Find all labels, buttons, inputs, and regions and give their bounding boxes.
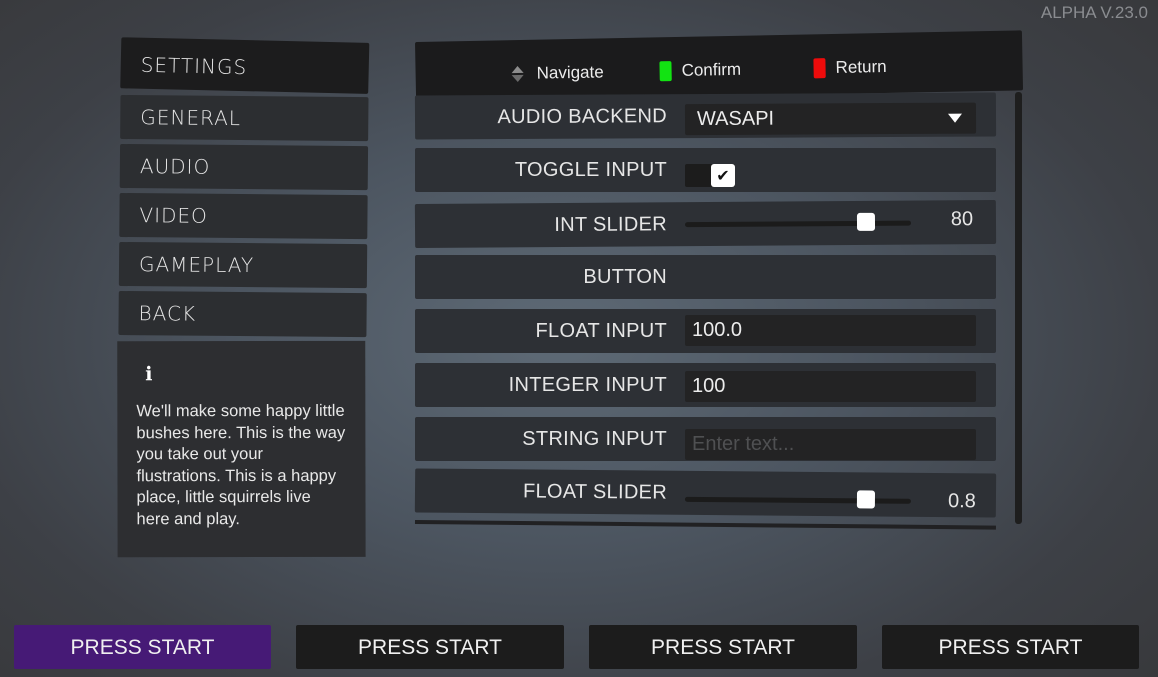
info-panel: i We'll make some happy little bushes he…: [117, 340, 366, 558]
player-2-press-start[interactable]: PRESS START: [296, 625, 564, 669]
audio-backend-dropdown[interactable]: WASAPI: [684, 102, 977, 136]
float-input-field[interactable]: 100.0: [685, 315, 976, 347]
toggle-input-switch[interactable]: ✔: [685, 163, 735, 187]
dpad-updown-icon: [508, 65, 526, 83]
sidebar-item-gameplay[interactable]: GAMEPLAY: [118, 241, 368, 289]
sidebar-item-general[interactable]: GENERAL: [120, 94, 369, 142]
hint-confirm: Confirm: [659, 60, 741, 82]
player-1-press-start[interactable]: PRESS START: [14, 625, 271, 669]
setting-string-input: STRING INPUT Enter text...: [415, 416, 996, 461]
setting-button[interactable]: BUTTON: [415, 255, 996, 300]
int-slider-handle[interactable]: [856, 212, 875, 231]
setting-int-slider: INT SLIDER 80: [414, 199, 997, 248]
setting-audio-backend: AUDIO BACKEND WASAPI: [414, 92, 997, 140]
setting-label: TOGGLE INPUT: [514, 158, 667, 181]
dropdown-value: WASAPI: [696, 107, 775, 131]
setting-toggle-input: TOGGLE INPUT ✔: [415, 147, 996, 192]
settings-list: AUDIO BACKEND WASAPI TOGGLE INPUT ✔ INT …: [414, 92, 997, 530]
setting-label: STRING INPUT: [522, 427, 667, 450]
float-slider-track[interactable]: [684, 489, 911, 509]
settings-sidebar: SETTINGS GENERAL AUDIO VIDEO GAMEPLAY BA…: [116, 37, 370, 558]
setting-label: INTEGER INPUT: [508, 373, 667, 396]
hint-navigate: Navigate: [508, 62, 603, 84]
checkmark-icon: ✔: [711, 163, 735, 187]
control-hints-bar: Navigate Confirm Return: [415, 30, 1024, 102]
sidebar-item-video[interactable]: VIDEO: [119, 192, 368, 240]
list-bottom-divider: [414, 520, 996, 530]
version-label: ALPHA V.23.0: [1040, 3, 1148, 22]
hint-navigate-label: Navigate: [536, 62, 604, 83]
sidebar-item-back[interactable]: BACK: [118, 290, 367, 338]
hint-return: Return: [813, 56, 887, 79]
setting-label: INT SLIDER: [554, 212, 668, 236]
int-slider-value: 80: [950, 207, 974, 230]
setting-label: FLOAT SLIDER: [522, 479, 668, 504]
setting-float-slider: FLOAT SLIDER 0.8: [414, 468, 997, 518]
setting-float-input: FLOAT INPUT 100.0: [415, 309, 996, 354]
chevron-down-icon: [947, 113, 963, 123]
float-slider-value: 0.8: [947, 489, 976, 512]
sidebar-item-audio[interactable]: AUDIO: [119, 143, 369, 191]
confirm-button-icon: [659, 61, 672, 82]
setting-integer-input: INTEGER INPUT 100: [415, 362, 996, 407]
hint-return-label: Return: [835, 56, 887, 77]
integer-input-field[interactable]: 100: [685, 370, 976, 402]
float-slider-handle[interactable]: [856, 489, 875, 509]
return-button-icon: [813, 58, 826, 79]
setting-label: AUDIO BACKEND: [497, 105, 668, 129]
int-slider-track[interactable]: [684, 212, 912, 231]
settings-scrollbar[interactable]: [1015, 92, 1022, 524]
info-text: We'll make some happy little bushes here…: [136, 401, 346, 528]
setting-label: FLOAT INPUT: [535, 320, 667, 343]
setting-button-label[interactable]: BUTTON: [583, 255, 667, 299]
hint-confirm-label: Confirm: [681, 59, 742, 80]
info-icon: i: [145, 363, 153, 386]
player-4-press-start[interactable]: PRESS START: [882, 625, 1139, 669]
sidebar-title: SETTINGS: [120, 37, 370, 94]
string-input-field[interactable]: Enter text...: [685, 428, 976, 460]
player-3-press-start[interactable]: PRESS START: [589, 625, 857, 669]
